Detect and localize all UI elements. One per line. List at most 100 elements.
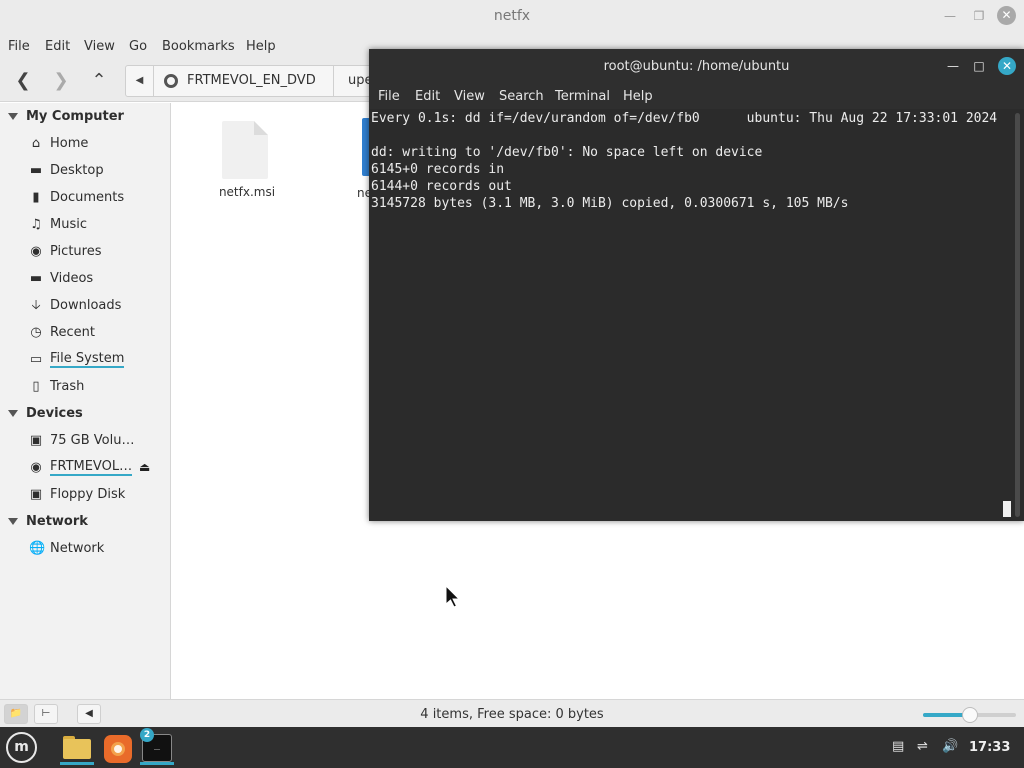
- document-icon: [222, 121, 268, 179]
- sidebar-item-file-system[interactable]: ▭ File System: [29, 350, 169, 370]
- clock[interactable]: 17:33: [969, 740, 1010, 755]
- sidebar-item-music[interactable]: ♫ Music: [29, 215, 169, 235]
- drive-icon: ▭: [29, 352, 43, 367]
- forward-button[interactable]: ❯: [46, 67, 76, 95]
- terminal-close-button[interactable]: ✕: [998, 57, 1016, 75]
- taskbar-terminal-button[interactable]: _ 2: [140, 728, 174, 765]
- menu-file[interactable]: File: [8, 39, 30, 54]
- sidebar-item-trash[interactable]: ▯ Trash: [29, 377, 169, 397]
- menu-edit[interactable]: Edit: [45, 39, 70, 54]
- sidebar-item-label: Desktop: [50, 163, 104, 178]
- file-item-netfx-msi[interactable]: netfx.msi: [212, 121, 282, 211]
- download-icon: 🡣: [31, 298, 41, 313]
- sidebar-item-downloads[interactable]: 🡣 Downloads: [29, 296, 169, 316]
- sidebar-item-floppy[interactable]: ▣ Floppy Disk: [29, 485, 169, 505]
- sidebar-item-volume[interactable]: ▣ 75 GB Volu…: [29, 431, 169, 451]
- documents-icon: ▮: [32, 190, 40, 205]
- statusbar: 📁 ⊢ ◀ 4 items, Free space: 0 bytes: [0, 699, 1024, 727]
- up-button[interactable]: ⌃: [84, 67, 114, 95]
- path-left-arrow-icon[interactable]: ◀: [126, 66, 154, 96]
- sidebar-item-label: 75 GB Volu…: [50, 433, 135, 448]
- terminal-menu-edit[interactable]: Edit: [415, 89, 440, 104]
- sidebar-item-label: Music: [50, 217, 87, 232]
- sidebar-item-label: Downloads: [50, 298, 122, 313]
- sidebar-item-recent[interactable]: ◷ Recent: [29, 323, 169, 343]
- minimize-button[interactable]: —: [940, 6, 960, 26]
- sidebar-item-home[interactable]: ⌂ Home: [29, 134, 169, 154]
- sidebar-item-label: Pictures: [50, 244, 102, 259]
- clipboard-icon[interactable]: ▤: [892, 739, 904, 754]
- menu-help[interactable]: Help: [246, 39, 276, 54]
- terminal-maximize-button[interactable]: □: [970, 57, 988, 75]
- terminal-line: 6144+0 records out: [371, 179, 512, 194]
- collapse-triangle-icon: [8, 518, 18, 525]
- active-indicator: [140, 762, 174, 765]
- sidebar-item-label: FRTMEVOL…: [50, 459, 133, 476]
- menu-bookmarks[interactable]: Bookmarks: [162, 39, 235, 54]
- text-cursor: [1003, 501, 1011, 517]
- menu-view[interactable]: View: [84, 39, 115, 54]
- window-count-badge: 2: [140, 728, 154, 742]
- firefox-inner-icon: [111, 742, 125, 756]
- sidebar-item-label: Videos: [50, 271, 94, 286]
- terminal-menubar: File Edit View Search Terminal Help: [369, 83, 1024, 109]
- terminal-line: Every 0.1s: dd if=/dev/urandom of=/dev/f…: [371, 111, 998, 126]
- path-crumb-dvd[interactable]: FRTMEVOL_EN_DVD: [154, 66, 334, 96]
- maximize-button[interactable]: ❐: [969, 6, 989, 26]
- collapse-triangle-icon: [8, 113, 18, 120]
- terminal-title: root@ubuntu: /home/ubuntu: [603, 59, 790, 74]
- terminal-minimize-button[interactable]: —: [944, 57, 962, 75]
- file-manager-titlebar[interactable]: netfx — ❐ ✕: [0, 0, 1024, 33]
- sidebar-item-label: Floppy Disk: [50, 487, 126, 502]
- terminal-menu-help[interactable]: Help: [623, 89, 653, 104]
- chip-icon: ▣: [29, 433, 43, 448]
- sidebar-item-pictures[interactable]: ◉ Pictures: [29, 242, 169, 262]
- mouse-pointer-icon: [445, 584, 461, 608]
- terminal-scrollbar[interactable]: [1015, 113, 1020, 517]
- taskbar-files-button[interactable]: [60, 730, 94, 765]
- sidebar-item-label: Trash: [50, 379, 85, 394]
- active-indicator: [60, 762, 94, 765]
- menu-go[interactable]: Go: [129, 39, 147, 54]
- sidebar-item-videos[interactable]: ▬ Videos: [29, 269, 169, 289]
- trash-icon: ▯: [32, 379, 40, 394]
- globe-icon: 🌐: [29, 541, 46, 556]
- terminal-output[interactable]: Every 0.1s: dd if=/dev/urandom of=/dev/f…: [369, 109, 1024, 521]
- sidebar-item-documents[interactable]: ▮ Documents: [29, 188, 169, 208]
- back-button[interactable]: ❮: [8, 67, 38, 95]
- sidebar-section-my-computer[interactable]: My Computer: [8, 109, 124, 124]
- terminal-menu-view[interactable]: View: [454, 89, 485, 104]
- terminal-line: dd: writing to '/dev/fb0': No space left…: [371, 145, 763, 160]
- close-button[interactable]: ✕: [997, 6, 1016, 25]
- status-text: 4 items, Free space: 0 bytes: [420, 707, 604, 722]
- clock-icon: ◷: [30, 325, 42, 340]
- terminal-menu-search[interactable]: Search: [499, 89, 544, 104]
- home-icon: ⌂: [31, 136, 41, 151]
- terminal-menu-terminal[interactable]: Terminal: [555, 89, 610, 104]
- taskbar-firefox-button[interactable]: [101, 730, 135, 765]
- file-item-partial[interactable]: ne: [356, 118, 372, 203]
- terminal-line: 3145728 bytes (3.1 MB, 3.0 MiB) copied, …: [371, 196, 849, 211]
- sidebar-item-label: Documents: [50, 190, 125, 205]
- zoom-slider-knob[interactable]: [961, 707, 978, 723]
- sidebar: My Computer ⌂ Home ▬ Desktop ▮ Documents ♫ M…: [0, 103, 171, 699]
- terminal-titlebar[interactable]: root@ubuntu: /home/ubuntu — □ ✕: [369, 49, 1024, 83]
- sidebar-section-devices[interactable]: Devices: [8, 406, 83, 421]
- eject-icon[interactable]: ⏏: [139, 460, 150, 474]
- window-title: netfx: [493, 8, 531, 24]
- sidebar-item-network[interactable]: 🌐 Network: [29, 539, 169, 559]
- sidebar-item-dvd[interactable]: ◉ FRTMEVOL… ⏏: [29, 458, 169, 478]
- path-crumb-label: FRTMEVOL_EN_DVD: [187, 73, 316, 88]
- desktop-icon: ▬: [29, 163, 43, 178]
- terminal-window[interactable]: root@ubuntu: /home/ubuntu — □ ✕ File Edi…: [369, 49, 1024, 521]
- file-name: netfx.msi: [218, 185, 276, 199]
- sidebar-item-desktop[interactable]: ▬ Desktop: [29, 161, 169, 181]
- sidebar-section-network[interactable]: Network: [8, 514, 88, 529]
- collapse-triangle-icon: [8, 410, 18, 417]
- volume-icon[interactable]: 🔊: [942, 739, 958, 754]
- zoom-slider[interactable]: [923, 707, 1016, 723]
- network-disconnected-icon[interactable]: ⇌: [917, 739, 928, 754]
- terminal-menu-file[interactable]: File: [378, 89, 400, 104]
- folder-icon: [63, 739, 91, 759]
- menu-logo-icon[interactable]: m: [6, 732, 37, 763]
